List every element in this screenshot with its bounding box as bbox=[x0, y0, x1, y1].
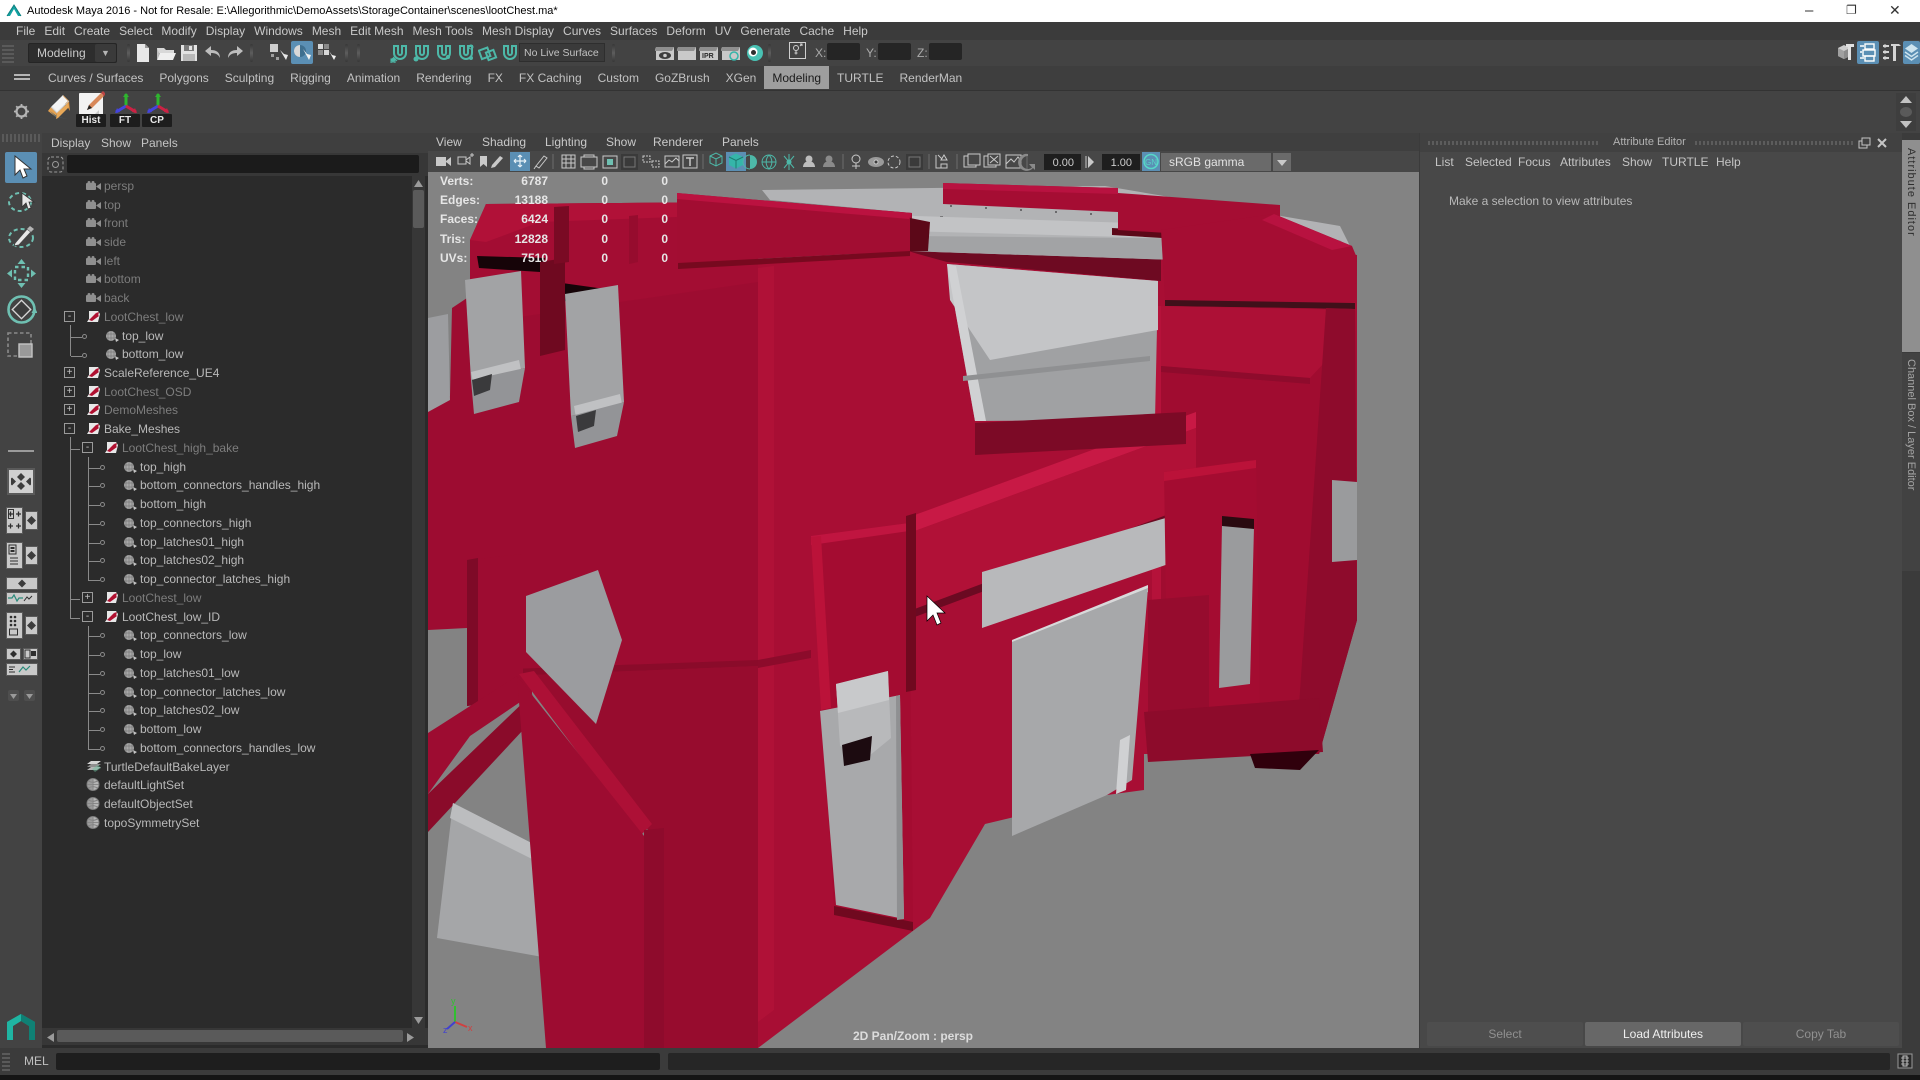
svg-text:1.00: 1.00 bbox=[1111, 157, 1132, 169]
svg-text:GN: GN bbox=[1145, 158, 1157, 167]
svg-text:x: x bbox=[468, 1023, 473, 1033]
svg-text:y: y bbox=[451, 996, 456, 1006]
svg-text:IPR: IPR bbox=[702, 53, 714, 60]
svg-text:z: z bbox=[443, 1025, 448, 1035]
svg-text:0.00: 0.00 bbox=[1053, 157, 1074, 169]
svg-text:sRGB gamma: sRGB gamma bbox=[1169, 155, 1245, 169]
svg-text:2D Pan/Zoom : persp: 2D Pan/Zoom : persp bbox=[853, 1029, 973, 1043]
